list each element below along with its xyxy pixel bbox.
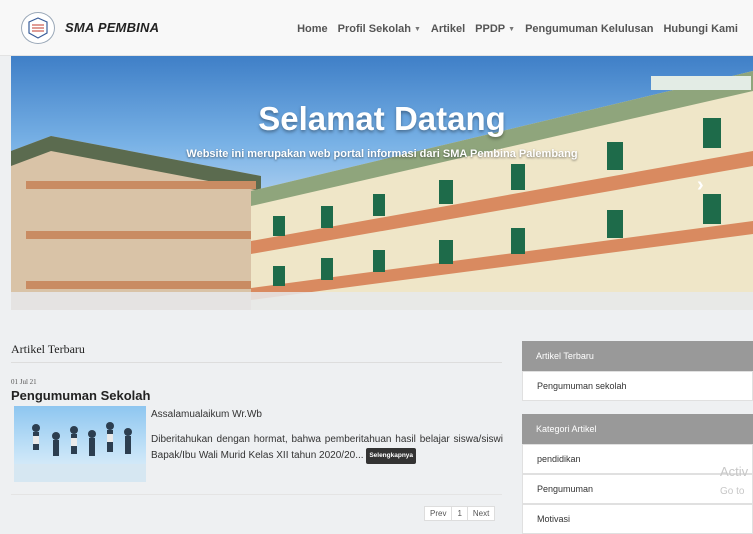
nav-label: Hubungi Kami <box>663 23 738 35</box>
caret-down-icon: ▼ <box>413 26 421 33</box>
school-building-image <box>11 71 753 310</box>
post-excerpt-text: Diberitahukan dengan hormat, bahwa pembe… <box>151 434 503 461</box>
read-more-button[interactable]: Selengkapnya <box>366 447 417 464</box>
divider <box>11 494 502 495</box>
post-excerpt: Diberitahukan dengan hormat, bahwa pembe… <box>151 433 503 464</box>
prev-page-button[interactable]: Prev <box>424 506 453 521</box>
post-date: 01 Jul 21 <box>11 378 37 386</box>
page-1-button[interactable]: 1 <box>451 506 468 521</box>
hero-title: Selamat Datang <box>258 100 506 137</box>
post-greeting: Assalamualaikum Wr.Wb <box>151 409 262 420</box>
navbar: SMA PEMBINA Home Profil Sekolah ▼ Artikel… <box>0 0 753 56</box>
hero-subtitle: Website ini merupakan web portal informa… <box>186 148 578 160</box>
category-item-pengumuman[interactable]: Pengumuman <box>522 474 753 504</box>
chevron-right-icon[interactable]: › <box>697 174 704 197</box>
nav-item-artikel[interactable]: Artikel <box>426 23 470 35</box>
brand-name[interactable]: SMA PEMBINA <box>65 20 159 35</box>
next-page-button[interactable]: Next <box>466 506 496 521</box>
activation-watermark-subtitle: Go to <box>720 486 745 497</box>
nav-item-ppdp[interactable]: PPDP ▼ <box>470 23 520 35</box>
nav-label: Pengumuman Kelulusan <box>525 23 654 35</box>
school-logo[interactable] <box>21 12 55 44</box>
pagination: Prev 1 Next <box>424 506 496 521</box>
nav-item-home[interactable]: Home <box>292 23 333 35</box>
school-emblem-icon <box>28 17 48 39</box>
caret-down-icon: ▼ <box>508 26 516 33</box>
category-item-motivasi[interactable]: Motivasi <box>522 504 753 534</box>
post-thumbnail[interactable] <box>14 406 146 482</box>
nav-label: PPDP <box>475 23 506 35</box>
recent-article-item[interactable]: Pengumuman sekolah <box>522 371 753 401</box>
categories-header: Kategori Artikel <box>522 414 753 444</box>
post-title[interactable]: Pengumuman Sekolah <box>11 388 150 403</box>
recent-articles-header: Artikel Terbaru <box>522 341 753 371</box>
section-title: Artikel Terbaru <box>11 342 85 356</box>
activation-watermark-title: Activ <box>720 464 749 479</box>
hero-banner: Selamat Datang Website ini merupakan web… <box>11 56 753 310</box>
nav-item-profil-sekolah[interactable]: Profil Sekolah ▼ <box>333 23 426 35</box>
nav-item-pengumuman-kelulusan[interactable]: Pengumuman Kelulusan <box>520 23 658 35</box>
nav-item-hubungi-kami[interactable]: Hubungi Kami <box>658 23 743 35</box>
nav-label: Profil Sekolah <box>337 23 411 35</box>
students-photo <box>14 422 146 482</box>
main-nav: Home Profil Sekolah ▼ Artikel PPDP ▼ Pengu… <box>292 23 743 35</box>
divider <box>11 362 502 363</box>
nav-label: Home <box>297 23 328 35</box>
category-item-pendidikan[interactable]: pendidikan <box>522 444 753 474</box>
nav-label: Artikel <box>430 23 466 35</box>
